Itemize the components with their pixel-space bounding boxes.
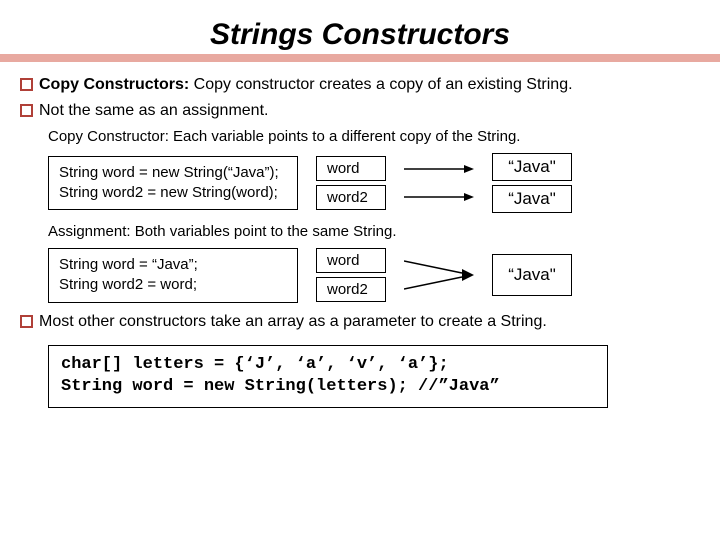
value-column: “Java" “Java": [492, 153, 572, 213]
value-java: “Java": [492, 254, 572, 296]
square-bullet-icon: [20, 104, 33, 117]
slide-title: Strings Constructors: [20, 18, 700, 52]
merge-arrows-icon: [404, 249, 474, 301]
bullet-text: Copy Constructors: Copy constructor crea…: [39, 76, 573, 94]
label-word: word: [316, 248, 386, 273]
bullet-not-same: Not the same as an assignment.: [20, 102, 700, 120]
title-divider: [0, 54, 720, 62]
sub-copy-constructor: Copy Constructor: Each variable points t…: [48, 128, 700, 145]
label-word2: word2: [316, 185, 386, 210]
code-assign: String word = “Java”; String word2 = wor…: [48, 248, 298, 303]
label-word: word: [316, 156, 386, 181]
square-bullet-icon: [20, 78, 33, 91]
bullet-strong: Copy Constructors:: [39, 76, 189, 93]
value-java: “Java": [492, 153, 572, 181]
code-copy: String word = new String(“Java”); String…: [48, 156, 298, 211]
code-line: String word2 = word;: [59, 275, 287, 295]
code-line: char[] letters = {‘J’, ‘a’, ‘v’, ‘a’};: [61, 354, 595, 377]
code-char-array: char[] letters = {‘J’, ‘a’, ‘v’, ‘a’}; S…: [48, 345, 608, 409]
label-column: word word2: [316, 156, 386, 210]
label-column: word word2: [316, 248, 386, 302]
bullet-copy-constructors: Copy Constructors: Copy constructor crea…: [20, 76, 700, 94]
code-line: String word = new String(“Java”);: [59, 163, 287, 183]
label-word2: word2: [316, 277, 386, 302]
code-line: String word2 = new String(word);: [59, 183, 287, 203]
arrow-icon: [404, 157, 474, 181]
bullet-array-constructors: Most other constructors take an array as…: [20, 313, 700, 331]
code-line: String word = “Java”;: [59, 255, 287, 275]
bullet-rest: Copy constructor creates a copy of an ex…: [189, 76, 572, 93]
value-column-single: “Java": [492, 254, 572, 296]
diagram-assign: String word = “Java”; String word2 = wor…: [48, 248, 700, 303]
arrow-column: [404, 157, 474, 209]
value-java: “Java": [492, 185, 572, 213]
diagram-copy: String word = new String(“Java”); String…: [48, 153, 700, 213]
sub-assignment: Assignment: Both variables point to the …: [48, 223, 700, 240]
square-bullet-icon: [20, 315, 33, 328]
bullet-text: Most other constructors take an array as…: [39, 313, 547, 331]
bullet-text: Not the same as an assignment.: [39, 102, 268, 120]
arrow-icon: [404, 185, 474, 209]
code-line: String word = new String(letters); //”Ja…: [61, 376, 595, 399]
arrow-column-merge: [404, 249, 474, 301]
